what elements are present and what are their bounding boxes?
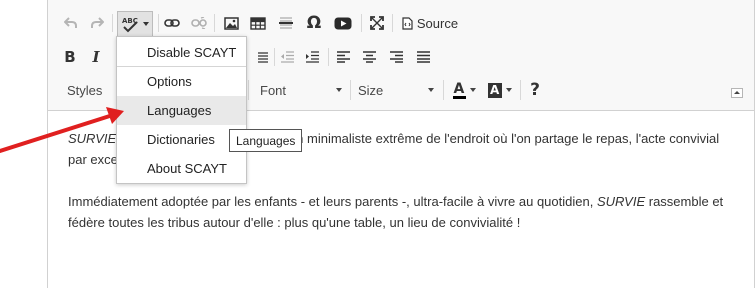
font-combo-label: Font — [260, 82, 287, 98]
special-char-icon[interactable]: Ω — [303, 12, 325, 34]
toolbar-separator — [361, 14, 362, 32]
chevron-down-icon — [428, 88, 434, 92]
text-color-icon: A — [452, 80, 466, 99]
paragraph-1-line1: n minimaliste extrême de l'endroit où l'… — [296, 131, 720, 146]
youtube-icon[interactable] — [331, 12, 355, 34]
indent-icon[interactable] — [301, 46, 323, 68]
survie-emphasis: SURVIE — [596, 194, 646, 209]
bulleted-list-icon[interactable] — [253, 46, 271, 68]
size-combo-label: Size — [358, 82, 384, 98]
align-right-icon[interactable] — [385, 46, 407, 68]
toolbar-separator — [214, 14, 215, 32]
toolbar-separator — [274, 48, 275, 66]
paragraph-2: Immédiatement adoptée par les enfants - … — [68, 194, 724, 230]
align-left-icon[interactable] — [332, 46, 354, 68]
font-combo[interactable]: Font — [254, 78, 348, 102]
toolbar-separator — [328, 48, 329, 66]
link-icon[interactable] — [162, 12, 182, 34]
toolbar-collapse-button[interactable] — [731, 88, 743, 98]
help-icon: ? — [530, 80, 540, 100]
toolbar-separator — [443, 80, 444, 100]
image-icon[interactable] — [220, 12, 242, 34]
source-doc-icon — [402, 16, 413, 30]
toolbar-separator — [520, 80, 521, 100]
align-center-icon[interactable] — [358, 46, 380, 68]
toolbar-separator — [392, 14, 393, 32]
text-color-button[interactable]: A — [448, 79, 480, 101]
toolbar-separator — [350, 80, 351, 100]
justify-icon[interactable] — [412, 46, 434, 68]
source-button[interactable]: Source — [398, 12, 462, 34]
bg-color-icon: A — [488, 82, 502, 98]
toolbar-separator — [248, 80, 249, 100]
help-button[interactable]: ? — [525, 79, 545, 101]
unlink-icon[interactable] — [189, 12, 209, 34]
chevron-down-icon — [469, 88, 476, 92]
tooltip: Languages — [229, 129, 303, 152]
chevron-down-icon — [336, 88, 342, 92]
bg-color-button[interactable]: A — [484, 79, 516, 101]
chevron-down-icon — [506, 88, 512, 92]
horizontal-rule-icon[interactable] — [275, 12, 297, 34]
table-icon[interactable] — [247, 12, 269, 34]
maximize-icon[interactable] — [367, 12, 387, 34]
outdent-icon[interactable] — [276, 46, 298, 68]
size-combo[interactable]: Size — [352, 78, 440, 102]
source-label: Source — [416, 15, 459, 31]
annotation-arrow-icon — [0, 107, 124, 153]
